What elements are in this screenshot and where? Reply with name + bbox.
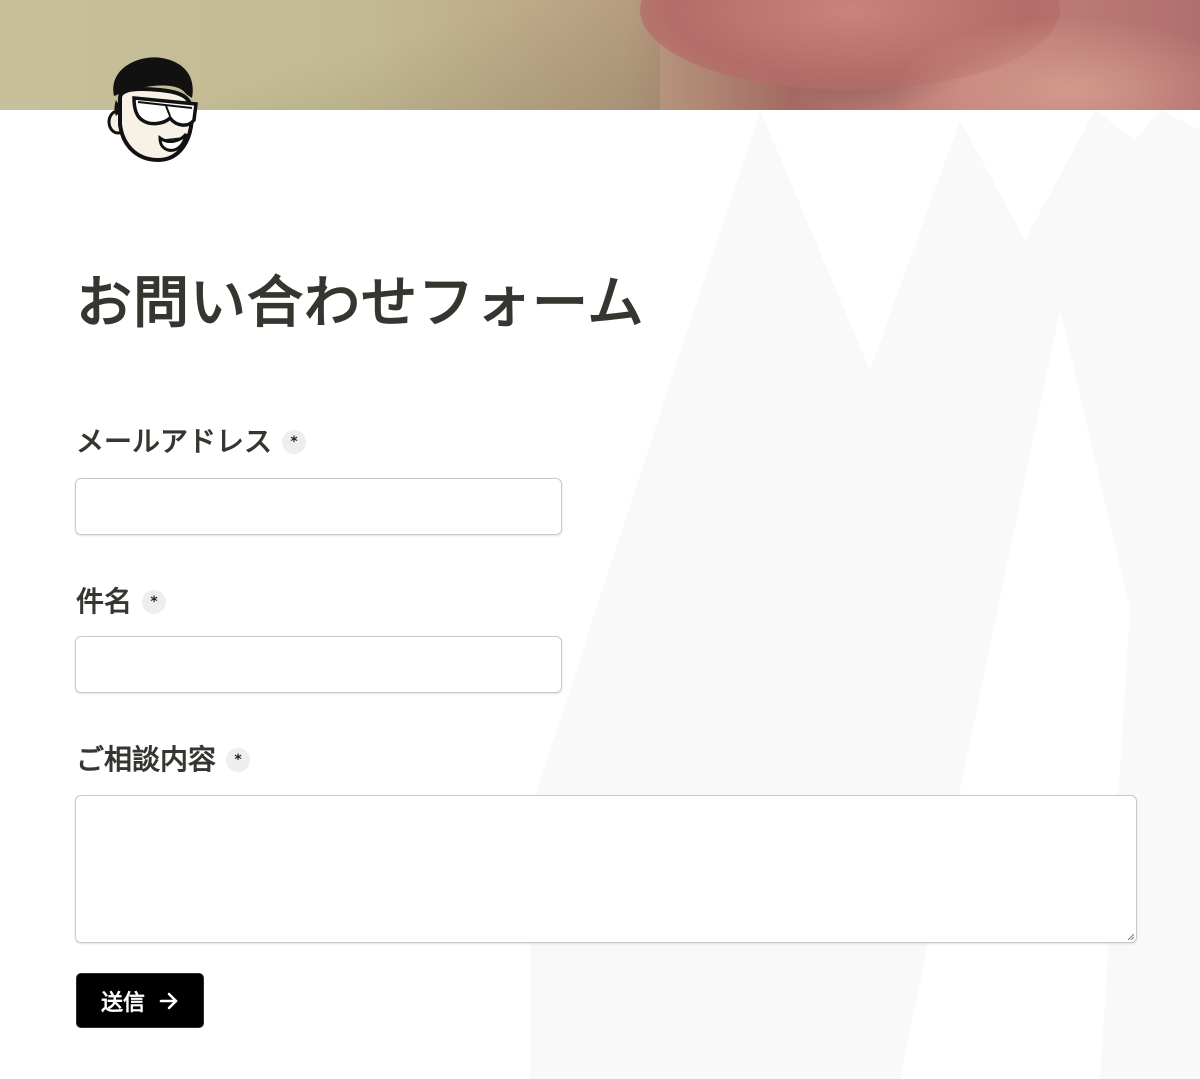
avatar: [100, 54, 204, 166]
submit-label: 送信: [100, 990, 145, 1016]
submit-button[interactable]: 送信: [76, 973, 204, 1028]
subject-field-label: 件名 *: [76, 580, 167, 620]
email-input[interactable]: [75, 478, 562, 535]
subject-label-text: 件名: [76, 585, 133, 618]
arrow-right-icon: [159, 992, 178, 1009]
message-field-label: ご相談内容 *: [76, 738, 251, 778]
cartoon-face-icon: [107, 57, 198, 163]
message-label-text: ご相談内容: [76, 743, 217, 776]
resize-handle-icon[interactable]: [1128, 934, 1134, 940]
required-badge: *: [226, 748, 251, 772]
required-badge: *: [142, 590, 167, 614]
email-label-text: メールアドレス: [76, 425, 273, 458]
email-field-label: メールアドレス *: [76, 420, 307, 460]
message-textarea[interactable]: [75, 795, 1137, 943]
page-title: お問い合わせフォーム: [76, 271, 645, 336]
subject-input[interactable]: [75, 636, 562, 693]
required-badge: *: [282, 430, 307, 454]
